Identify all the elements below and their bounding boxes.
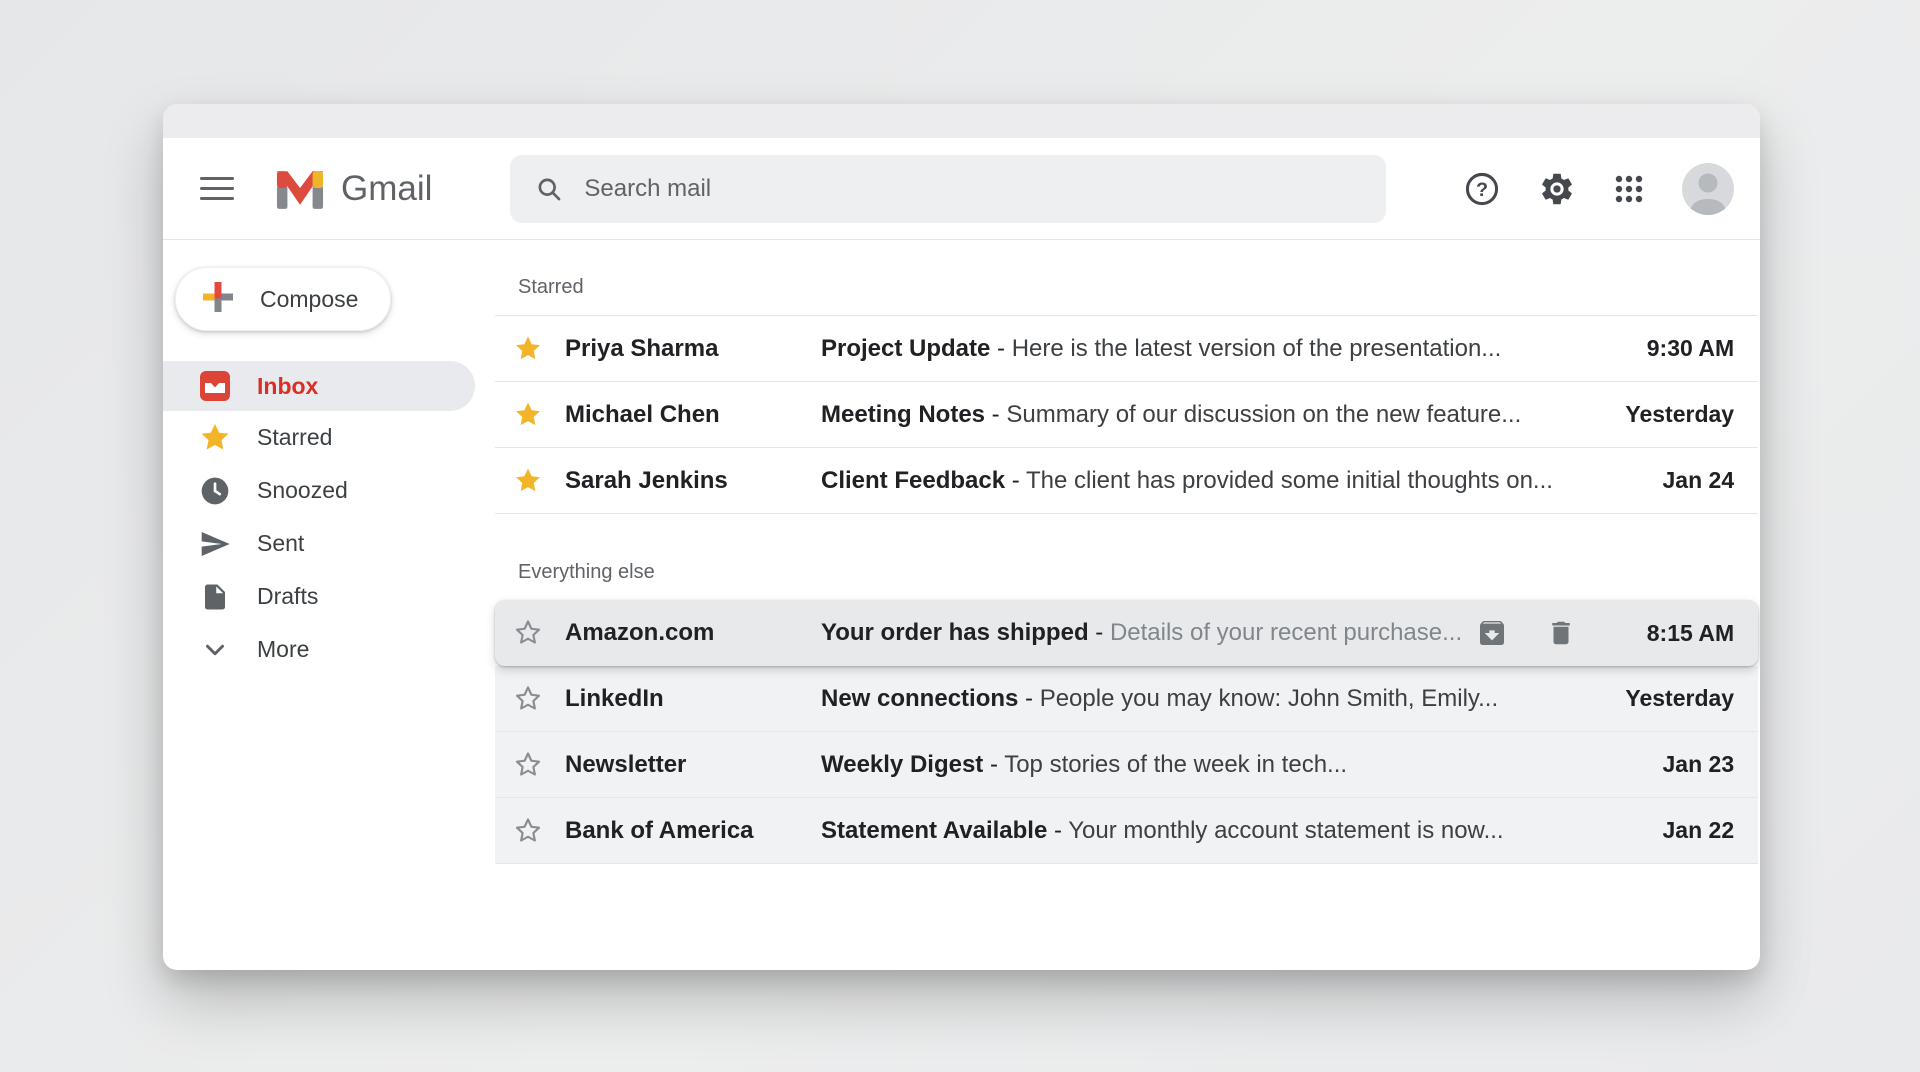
draft-icon [197,579,233,615]
email-time: 9:30 AM [1616,335,1734,362]
compose-label: Compose [260,286,358,313]
search-input[interactable] [584,175,1361,203]
email-snippet: People you may know: John Smith, Emily..… [1040,685,1498,712]
apps-grid-icon[interactable] [1613,173,1645,205]
archive-icon[interactable] [1476,617,1508,649]
send-icon [197,526,233,562]
email-snippet: Your monthly account statement is now... [1068,817,1503,844]
email-row[interactable]: LinkedIn New connections - People you ma… [495,666,1758,732]
email-subject: Statement Available [821,817,1047,844]
clock-icon [197,473,233,509]
email-subject: New connections [821,685,1018,712]
sidebar-item-label: Inbox [257,373,318,400]
svg-text:?: ? [1476,178,1488,200]
email-time: 8:15 AM [1616,620,1734,647]
section-header: Starred [495,260,1758,316]
settings-gear-icon[interactable] [1538,170,1576,208]
email-subject: Your order has shipped [821,619,1089,646]
sidebar-item-sent[interactable]: Sent [163,517,475,570]
email-row[interactable]: Bank of America Statement Available - Yo… [495,798,1758,864]
sidebar-item-starred[interactable]: Starred [163,411,475,464]
sidebar-item-inbox[interactable]: Inbox [163,361,475,411]
trash-icon[interactable] [1546,618,1576,648]
row-hover-actions [1476,617,1576,649]
sidebar-item-more[interactable]: More [163,623,475,676]
window-titlebar [163,104,1760,138]
email-sender: Sarah Jenkins [565,467,821,495]
sidebar-item-label: More [257,636,309,663]
star-outline-icon[interactable] [513,684,543,714]
star-filled-icon[interactable] [513,334,543,364]
email-sender: Amazon.com [565,619,821,647]
email-snippet: The client has provided some initial tho… [1026,467,1553,494]
gmail-window: Gmail ? [163,104,1760,970]
sidebar-item-label: Drafts [257,583,318,610]
main-area: Compose Inbox Starred Snoozed Sent Draft… [163,240,1760,969]
email-subject: Meeting Notes [821,401,985,428]
inbox-icon [197,368,233,404]
sidebar-item-drafts[interactable]: Drafts [163,570,475,623]
email-row[interactable]: Michael Chen Meeting Notes - Summary of … [495,382,1758,448]
star-outline-icon[interactable] [513,750,543,780]
compose-plus-icon [200,279,236,320]
email-snippet: Here is the latest version of the presen… [1012,335,1502,362]
app-title: Gmail [341,169,432,209]
header-actions: ? [1463,163,1734,215]
hamburger-menu-icon[interactable] [200,177,234,200]
sidebar-nav: Inbox Starred Snoozed Sent Drafts More [163,361,475,676]
gmail-logo-icon [272,167,328,211]
email-row[interactable]: Sarah Jenkins Client Feedback - The clie… [495,448,1758,514]
star-filled-icon[interactable] [513,466,543,496]
email-time: Jan 24 [1616,467,1734,494]
search-bar[interactable] [510,155,1386,223]
email-sender: Priya Sharma [565,335,821,363]
email-sender: Bank of America [565,817,821,845]
email-subject: Project Update [821,335,990,362]
sidebar-item-label: Sent [257,530,304,557]
section-header: Everything else [495,544,1758,600]
chevron-down-icon [197,632,233,668]
header: Gmail ? [163,138,1760,240]
sidebar: Compose Inbox Starred Snoozed Sent Draft… [163,240,475,969]
subject-snippet-separator: - [990,335,1011,362]
sidebar-item-label: Starred [257,424,332,451]
star-icon [197,420,233,456]
sidebar-item-snoozed[interactable]: Snoozed [163,464,475,517]
email-time: Jan 23 [1616,751,1734,778]
star-outline-icon[interactable] [513,816,543,846]
section-rows: Priya Sharma Project Update - Here is th… [495,316,1758,514]
avatar[interactable] [1682,163,1734,215]
email-subject: Client Feedback [821,467,1005,494]
star-filled-icon[interactable] [513,400,543,430]
sidebar-item-label: Snoozed [257,477,348,504]
email-subject: Weekly Digest [821,751,983,778]
email-row[interactable]: Amazon.com Your order has shipped - Deta… [495,600,1758,666]
email-snippet: Details of your recent purchase... [1110,619,1462,646]
subject-snippet-separator: - [1005,467,1026,494]
section-rows: Amazon.com Your order has shipped - Deta… [495,600,1758,864]
subject-snippet-separator: - [1047,817,1068,844]
email-time: Jan 22 [1616,817,1734,844]
email-time: Yesterday [1616,401,1734,428]
email-snippet: Top stories of the week in tech... [1004,751,1347,778]
email-list: Starred Priya Sharma Project Update - He… [475,240,1760,969]
subject-snippet-separator: - [985,401,1006,428]
star-outline-icon[interactable] [513,618,543,648]
email-sender: Newsletter [565,751,821,779]
email-sender: LinkedIn [565,685,821,713]
email-sender: Michael Chen [565,401,821,429]
subject-snippet-separator: - [1018,685,1039,712]
compose-button[interactable]: Compose [175,267,391,331]
email-row[interactable]: Priya Sharma Project Update - Here is th… [495,316,1758,382]
email-snippet: Summary of our discussion on the new fea… [1006,401,1521,428]
subject-snippet-separator: - [983,751,1004,778]
email-section: Starred Priya Sharma Project Update - He… [495,260,1758,514]
help-icon[interactable]: ? [1463,170,1501,208]
email-time: Yesterday [1616,685,1734,712]
subject-snippet-separator: - [1089,619,1110,646]
search-icon [535,175,563,203]
email-section: Everything else Amazon.com Your order ha… [495,544,1758,864]
email-row[interactable]: Newsletter Weekly Digest - Top stories o… [495,732,1758,798]
